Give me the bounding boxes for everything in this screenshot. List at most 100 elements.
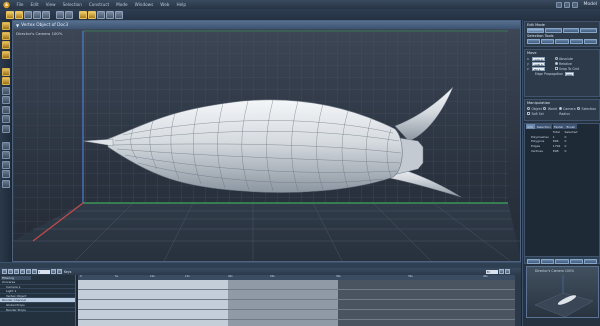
menu-construct[interactable]: Construct: [85, 0, 112, 9]
select-lasso-button[interactable]: [541, 39, 555, 44]
tick-label: 10s: [150, 275, 155, 278]
twist-tool-icon[interactable]: [42, 10, 50, 19]
start-frame-input[interactable]: 1: [38, 269, 50, 274]
absolute-radio[interactable]: [554, 57, 558, 60]
play-icon[interactable]: [14, 269, 19, 274]
step-back-icon[interactable]: [8, 269, 13, 274]
record-icon[interactable]: [51, 269, 56, 274]
3d-viewport[interactable]: ▼ Vertex Object of Doc3 Director's Camer…: [12, 20, 521, 262]
edge-propagation-input[interactable]: 100: [564, 71, 574, 77]
render-icon[interactable]: [564, 1, 571, 8]
y-input[interactable]: -128.3: [531, 61, 545, 67]
navigator-preview[interactable]: Director's Camera 100%: [526, 266, 599, 318]
menu-file[interactable]: File: [13, 0, 27, 9]
tab-selection[interactable]: Selection: [535, 124, 553, 129]
zoom-out-icon[interactable]: [505, 269, 510, 274]
move-tool-icon[interactable]: [15, 10, 23, 19]
polygon-tool-icon[interactable]: [1, 41, 10, 49]
smooth-tool-icon[interactable]: [1, 86, 10, 95]
rotate-tool-icon[interactable]: [24, 10, 32, 19]
select-tool-icon[interactable]: [6, 10, 14, 19]
menu-help[interactable]: Help: [173, 0, 190, 9]
snap-checkbox[interactable]: [554, 67, 558, 70]
menu-web[interactable]: Web: [157, 0, 173, 9]
layout-icon[interactable]: [572, 1, 579, 8]
end-frame-input[interactable]: 30: [486, 269, 498, 274]
nav-button[interactable]: [569, 258, 583, 264]
menu-view[interactable]: View: [42, 0, 59, 9]
unlink-tool-icon[interactable]: [65, 10, 73, 19]
orbit-tool-icon[interactable]: [115, 10, 123, 19]
edge-tool-icon[interactable]: [1, 31, 10, 40]
object-mode-button[interactable]: [580, 28, 597, 33]
tick-label: 0: [80, 275, 82, 278]
eye-tool-icon[interactable]: [1, 170, 10, 178]
menu-windows[interactable]: Windows: [131, 0, 157, 9]
object-tool-icon[interactable]: [1, 50, 10, 59]
workspace-icon[interactable]: [556, 1, 563, 8]
hand-tool-icon[interactable]: [1, 160, 10, 169]
z-input[interactable]: -82.1: [531, 66, 545, 72]
viewport-menu-arrow-icon[interactable]: ▼: [16, 23, 19, 28]
light-tool-icon[interactable]: [1, 151, 10, 159]
select-rect-button[interactable]: [527, 39, 541, 44]
camera-label-option: Camera: [563, 106, 576, 111]
zoom-tool-icon[interactable]: [97, 10, 105, 19]
field-row-x: x -129.9: [525, 56, 547, 62]
nav-button[interactable]: [527, 258, 541, 264]
link-tool-icon[interactable]: [56, 10, 64, 19]
edge-mode-button[interactable]: [544, 28, 562, 33]
nav-button[interactable]: [555, 258, 569, 264]
tab-model[interactable]: Model: [552, 124, 565, 129]
menu-selection[interactable]: Selection: [59, 0, 85, 9]
viewport-canvas[interactable]: [13, 29, 521, 262]
timeline-scrollbar[interactable]: [515, 275, 521, 326]
camera-tool-icon[interactable]: [1, 141, 10, 150]
grid-tool-icon[interactable]: [1, 179, 10, 188]
vertex-mode-button[interactable]: [527, 28, 544, 33]
tree-item-render-props[interactable]: Render Props: [0, 308, 75, 313]
scene-tree: Filtering Universe Camera 1 Light 1 Vert…: [0, 275, 76, 326]
filter-select[interactable]: Filtering: [1, 275, 31, 280]
polygon-mode-button[interactable]: [562, 28, 580, 33]
knife-tool-icon[interactable]: [1, 115, 10, 123]
tab-info[interactable]: Info: [526, 124, 535, 129]
app-logo: [0, 0, 13, 9]
world-radio[interactable]: [543, 107, 547, 110]
step-forward-icon[interactable]: [20, 269, 25, 274]
object-radio[interactable]: [527, 107, 530, 110]
bevel-tool-icon[interactable]: [1, 77, 10, 85]
menu-edit[interactable]: Edit: [27, 0, 42, 9]
camera-radio[interactable]: [558, 107, 562, 110]
menu-mode[interactable]: Mode: [113, 0, 131, 9]
selection-radio[interactable]: [577, 107, 581, 110]
relative-radio[interactable]: [554, 62, 558, 65]
bridge-tool-icon[interactable]: [1, 124, 10, 133]
vertex-tool-icon[interactable]: [1, 22, 10, 30]
select-brush-button[interactable]: [555, 39, 569, 44]
snap-option[interactable]: Snap To Grid: [553, 66, 582, 71]
zoom-in-icon[interactable]: [499, 269, 504, 274]
subdivide-tool-icon[interactable]: [1, 96, 10, 104]
radius-label: Radius: [559, 111, 570, 116]
key-icon[interactable]: [57, 269, 62, 274]
x-input[interactable]: -129.9: [531, 56, 545, 62]
fast-forward-icon[interactable]: [26, 269, 31, 274]
weld-tool-icon[interactable]: [1, 105, 10, 114]
select-ring-button[interactable]: [583, 39, 598, 44]
extrude-tool-icon[interactable]: [1, 67, 10, 76]
scale-tool-icon[interactable]: [33, 10, 41, 19]
tab-brush[interactable]: Brush: [565, 124, 577, 129]
rewind-icon[interactable]: [2, 269, 7, 274]
pan-tool-icon[interactable]: [106, 10, 114, 19]
loop-icon[interactable]: [32, 269, 37, 274]
render-area-icon[interactable]: [88, 10, 96, 19]
nav-button[interactable]: [541, 258, 555, 264]
workspace-name[interactable]: Model: [580, 2, 597, 7]
nav-button[interactable]: [583, 258, 598, 264]
select-loop-button[interactable]: [569, 39, 583, 44]
timeline-tracks[interactable]: [78, 280, 521, 326]
edge-propagation-label: Edge Propagation: [535, 71, 564, 76]
render-tool-icon[interactable]: [79, 10, 87, 19]
soft-sel-checkbox[interactable]: [527, 112, 530, 115]
